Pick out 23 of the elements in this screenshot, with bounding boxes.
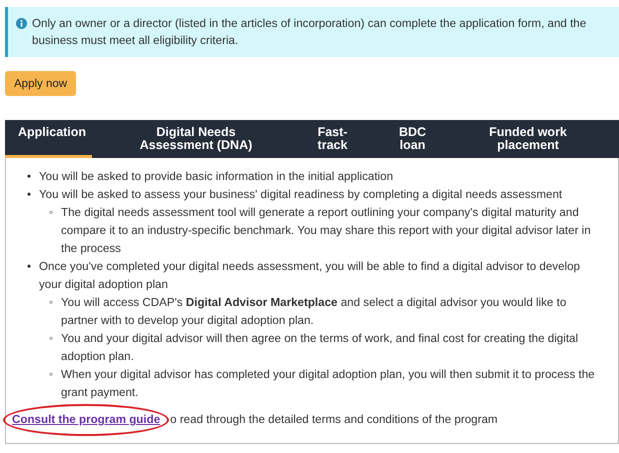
list-item-text: When your digital advisor has completed your digital adoption plan, you will then submit it to process the grant payment. <box>61 367 596 401</box>
bullet: • <box>26 187 32 203</box>
apply-now-button[interactable]: Apply now <box>5 71 76 96</box>
bullet: ◦ <box>48 205 54 221</box>
bullet: ◦ <box>48 295 54 311</box>
tab[interactable]: Digital Needs Assessment (DNA) <box>121 120 271 158</box>
tab[interactable]: Application <box>5 120 92 158</box>
guide-text: o read through the detailed terms and conditions of the program <box>170 413 498 426</box>
tab[interactable]: BDC loan <box>392 120 432 158</box>
list-item-text: You and your digital advisor will then agree on the terms of work, and final cost for creating the digital adoption plan. <box>61 331 580 365</box>
list-item-text: You will be asked to assess your business' digital readiness by completing a digital needs assessment <box>39 187 564 203</box>
bullet: • <box>26 169 32 185</box>
bullet: • <box>26 259 32 275</box>
info-icon <box>16 18 27 29</box>
notice-text: Only an owner or a director (listed in the articles of incorporation) can complete the application form, and the business must meet all eligibility criteria. <box>32 16 588 49</box>
bullet: ◦ <box>48 367 54 383</box>
list-item-text: You will access CDAP's Digital Advisor Marketplace and select a digital advisor you would like to partner with to develop your digital adoption plan. <box>61 295 568 329</box>
program-guide-link[interactable]: Consult the program guide <box>12 413 160 426</box>
list-item-text: The digital needs assessment tool will generate a report outlining your company's digital maturity and compare it to an industry-specific benchmark. You may share this report with your digital advisor later in the process <box>61 205 592 257</box>
list-item-text: You will be asked to provide basic information in the initial application <box>39 169 394 185</box>
bullet: ◦ <box>48 331 54 347</box>
tab[interactable]: Fast-track <box>312 120 352 158</box>
tab[interactable]: Funded work placement <box>473 120 583 158</box>
